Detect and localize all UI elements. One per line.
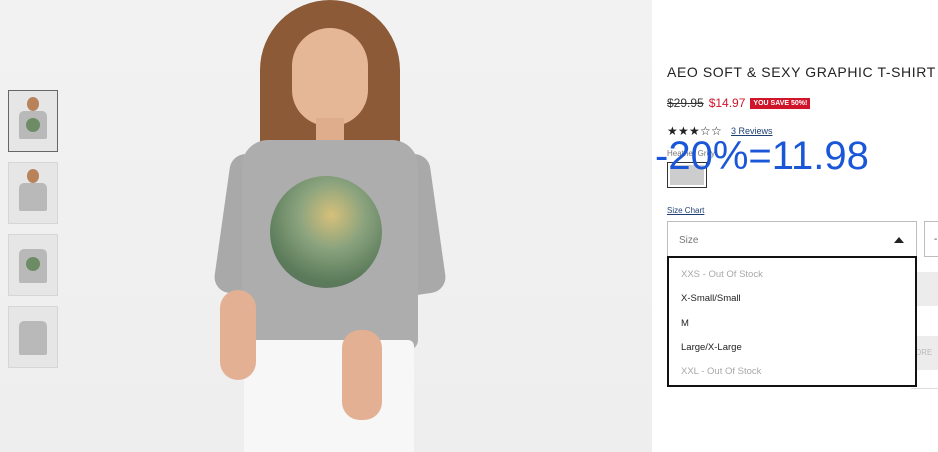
size-option-l-xl[interactable]: Large/X-Large (681, 342, 742, 353)
sale-price: $14.97 (708, 96, 746, 110)
thumbnail-front[interactable] (8, 90, 58, 152)
savings-badge: YOU SAVE 50%! (750, 97, 811, 109)
size-option-xxl[interactable]: XXL - Out Of Stock (681, 366, 761, 377)
product-info-panel: AEO SOFT & SEXY GRAPHIC T-SHIRT $29.95 $… (652, 0, 938, 452)
product-title: AEO SOFT & SEXY GRAPHIC T-SHIRT (667, 64, 936, 80)
size-dropdown: XXS - Out Of Stock X-Small/Small M Large… (667, 256, 917, 387)
divider (911, 388, 938, 389)
thumbnail-list (8, 90, 60, 378)
caret-up-icon (894, 237, 904, 243)
size-option-xxs[interactable]: XXS - Out Of Stock (681, 269, 763, 280)
size-placeholder: Size (679, 235, 699, 246)
thumbnail-back[interactable] (8, 162, 58, 224)
size-chart-link[interactable]: Size Chart (667, 206, 704, 215)
original-price: $29.95 (667, 96, 704, 110)
shirt-graphic (270, 176, 382, 288)
thumbnail-flat-back[interactable] (8, 306, 58, 368)
product-image-stage (0, 0, 652, 452)
more-button-label: ORE (915, 348, 933, 357)
size-select[interactable]: Size (667, 221, 917, 257)
size-option-xs-s[interactable]: X-Small/Small (681, 293, 741, 304)
price-row: $29.95 $14.97 YOU SAVE 50%! (667, 95, 811, 111)
quantity-value: - (934, 234, 938, 245)
thumbnail-flat-front[interactable] (8, 234, 58, 296)
quantity-select[interactable]: - (924, 221, 938, 257)
price-annotation: -20%=11.98 (655, 134, 869, 178)
size-option-m[interactable]: M (681, 318, 689, 329)
model-photo (200, 0, 460, 452)
